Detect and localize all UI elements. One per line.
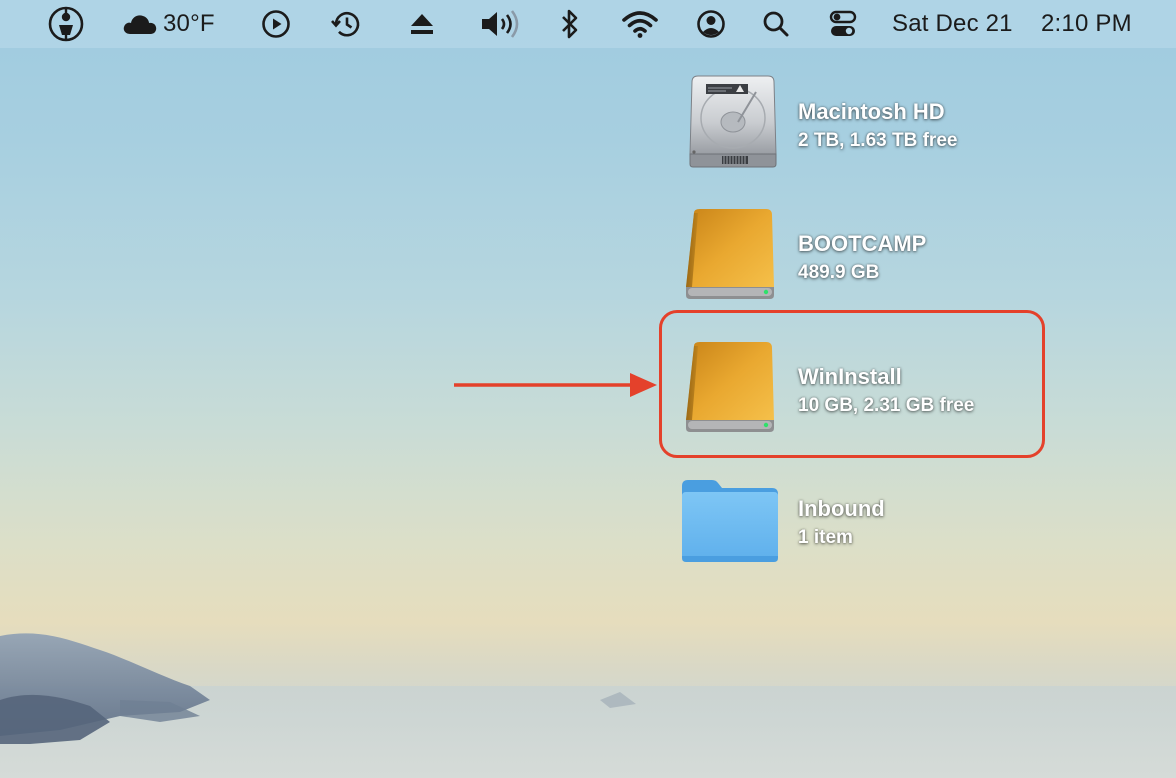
desktop-item-macintosh-hd[interactable]: Macintosh HD 2 TB, 1.63 TB free — [678, 72, 1058, 172]
search-icon[interactable] — [758, 0, 794, 48]
internal-drive-icon — [689, 75, 777, 168]
desktop[interactable]: 30°F Sat Dec 21 2:10 PM Macintosh HD 2 T… — [0, 0, 1176, 778]
desktop-item-info: 2 TB, 1.63 TB free — [798, 130, 958, 151]
eject-icon[interactable] — [402, 0, 442, 48]
folder-icon — [682, 480, 778, 562]
weather-temperature[interactable]: 30°F — [163, 0, 215, 48]
desktop-item-name: Inbound — [798, 496, 885, 521]
volume-icon[interactable] — [478, 0, 522, 48]
desktop-item-info: 1 item — [798, 527, 853, 548]
highlight-box — [659, 310, 1045, 458]
menu-bar: 30°F Sat Dec 21 2:10 PM — [0, 0, 1176, 48]
external-drive-icon — [686, 209, 774, 299]
desktop-item-inbound[interactable]: Inbound 1 item — [678, 474, 1058, 574]
control-center-icon[interactable] — [824, 0, 862, 48]
app-extra-icon[interactable] — [46, 0, 86, 48]
time-machine-icon[interactable] — [326, 0, 366, 48]
arrow-right-icon — [454, 373, 657, 397]
cloud-icon[interactable] — [120, 0, 160, 48]
menubar-clock[interactable]: 2:10 PM — [1041, 0, 1132, 48]
user-icon[interactable] — [692, 0, 730, 48]
desktop-item-bootcamp[interactable]: BOOTCAMP 489.9 GB — [678, 205, 1058, 305]
play-icon[interactable] — [256, 0, 296, 48]
desktop-item-name: BOOTCAMP — [798, 231, 927, 256]
wifi-icon[interactable] — [618, 0, 662, 48]
desktop-item-name: Macintosh HD — [798, 99, 945, 124]
desktop-item-info: 489.9 GB — [798, 262, 880, 283]
bluetooth-icon[interactable] — [552, 0, 588, 48]
menubar-date[interactable]: Sat Dec 21 — [892, 0, 1013, 48]
